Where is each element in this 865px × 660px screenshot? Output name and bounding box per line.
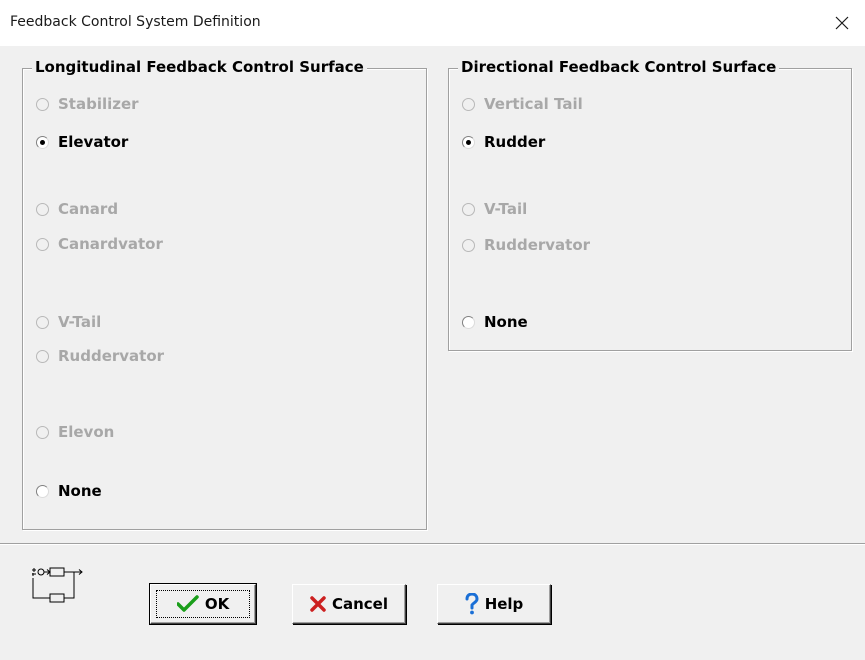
radio-label: Ruddervator [58,347,165,365]
radio-label: Canard [58,200,119,218]
radio-none[interactable]: None [36,480,102,502]
radio-button[interactable] [36,484,49,498]
question-mark-icon [465,593,479,615]
radio-none[interactable]: None [462,311,528,333]
radio-rudder[interactable]: Rudder [462,131,545,153]
radio-ruddervator[interactable]: Ruddervator [462,234,590,256]
radio-ruddervator[interactable]: Ruddervator [36,345,164,367]
radio-button[interactable] [36,425,49,439]
radio-button[interactable] [36,349,49,363]
radio-vertical-tail[interactable]: Vertical Tail [462,93,583,115]
directional-group: Directional Feedback Control Surface Ver… [448,58,852,351]
directional-group-title: Directional Feedback Control Surface [458,58,780,76]
radio-elevon[interactable]: Elevon [36,421,114,443]
radio-label: Ruddervator [484,236,591,254]
cancel-label: Cancel [331,595,388,613]
radio-button[interactable] [36,97,49,111]
radio-label: Vertical Tail [484,95,583,113]
dialog-body: Longitudinal Feedback Control Surface St… [0,46,865,660]
radio-elevator[interactable]: Elevator [36,131,128,153]
x-mark-icon [310,596,326,612]
radio-button[interactable] [36,237,49,251]
radio-selected-dot [40,139,45,145]
help-label: Help [484,595,524,613]
radio-label: V-Tail [58,313,102,331]
help-button[interactable]: Help [437,584,551,624]
radio-canardvator[interactable]: Canardvator [36,233,163,255]
title-bar: Feedback Control System Definition [0,0,865,46]
feedback-loop-diagram-icon [32,567,83,603]
radio-v-tail[interactable]: V-Tail [36,311,101,333]
close-button[interactable] [819,0,865,46]
radio-button[interactable] [36,315,49,329]
footer-separator [0,543,865,545]
radio-selected-dot [466,139,471,145]
longitudinal-group-title: Longitudinal Feedback Control Surface [32,58,367,76]
radio-label: Canardvator [58,235,163,253]
radio-button[interactable] [462,97,475,111]
radio-label: None [58,482,102,500]
radio-button[interactable] [36,202,49,216]
radio-v-tail[interactable]: V-Tail [462,198,527,220]
radio-label: None [484,313,528,331]
radio-button[interactable] [462,202,475,216]
radio-button[interactable] [36,135,49,149]
longitudinal-group: Longitudinal Feedback Control Surface St… [22,58,427,530]
focus-rectangle [156,590,250,618]
radio-label: V-Tail [484,200,528,218]
window-title: Feedback Control System Definition [10,14,261,30]
radio-stabilizer[interactable]: Stabilizer [36,93,139,115]
close-icon [835,16,849,30]
radio-button[interactable] [462,135,475,149]
radio-label: Rudder [484,133,546,151]
radio-button[interactable] [462,238,475,252]
radio-canard[interactable]: Canard [36,198,118,220]
ok-button[interactable]: OK [149,583,257,625]
radio-label: Elevon [58,423,115,441]
cancel-button[interactable]: Cancel [292,584,406,624]
radio-label: Stabilizer [58,95,139,113]
radio-label: Elevator [58,133,129,151]
radio-button[interactable] [462,315,475,329]
